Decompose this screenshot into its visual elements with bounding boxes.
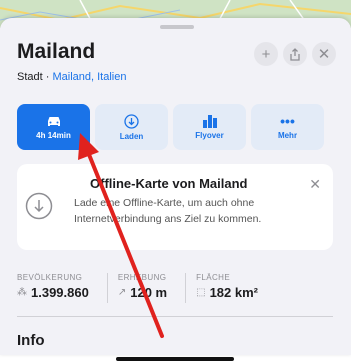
elevation-arrow-icon: ↗ [117,287,127,298]
directions-label: 4h 14min [36,130,71,140]
stat-elevation-label: ERHEBUNG [117,273,167,282]
people-icon: ⁂ [17,287,27,298]
car-icon [47,116,60,126]
stat-elevation: ERHEBUNG ↗ 120 m [118,273,167,303]
stat-area-value: 182 km² [209,285,258,300]
action-buttons: 4h 14min Laden Flyover ••• Mehr [17,104,324,150]
download-circle-icon [25,192,53,220]
stat-area-label: FLÄCHE [196,273,231,282]
more-label: Mehr [277,131,298,140]
download-icon [124,113,139,129]
share-icon [290,47,300,61]
download-label: Laden [119,131,144,141]
stat-population: BEVÖLKERUNG ⁂ 1.399.860 [17,273,89,303]
offline-card-close-icon[interactable]: ✕ [309,176,321,193]
place-subtitle: Stadt · Mailand, Italien [17,71,126,83]
stat-elevation-value: 120 m [130,285,168,300]
home-indicator[interactable] [116,357,234,361]
buildings-icon [202,115,217,128]
place-sheet: Mailand Stadt · Mailand, Italien + ✕ 4h … [0,18,351,361]
plus-icon: + [261,45,271,63]
more-button[interactable]: ••• Mehr [251,104,324,150]
stat-divider [106,273,108,303]
info-section-title: Info [17,332,45,349]
place-title: Mailand [17,40,96,63]
place-stats: BEVÖLKERUNG ⁂ 1.399.860 ERHEBUNG ↗ 120 m F… [17,273,276,303]
stat-area: FLÄCHE ⬚ 182 km² [196,273,258,303]
offline-map-card[interactable]: Offline-Karte von Mailand Lade eine Offl… [17,164,333,250]
place-type: Stadt · [17,71,53,83]
add-button[interactable]: + [254,42,278,66]
offline-card-title: Offline-Karte von Mailand [90,176,248,191]
download-button[interactable]: Laden [95,104,168,150]
offline-card-text: Lade eine Offline-Karte, um auch ohne In… [74,197,262,225]
close-icon: ✕ [317,46,331,63]
share-button[interactable] [283,42,307,66]
section-divider [17,316,333,317]
ellipsis-icon: ••• [280,113,295,129]
place-location-link[interactable]: Mailand, Italien [52,71,126,83]
sheet-grabber[interactable] [160,25,194,29]
area-icon: ⬚ [196,287,206,298]
flyover-label: Flyover [195,131,224,140]
directions-button[interactable]: 4h 14min [17,104,90,150]
stat-population-label: BEVÖLKERUNG [17,273,83,282]
stat-divider [185,273,187,303]
close-button[interactable]: ✕ [312,42,336,66]
stat-population-value: 1.399.860 [31,285,89,300]
flyover-button[interactable]: Flyover [173,104,246,150]
